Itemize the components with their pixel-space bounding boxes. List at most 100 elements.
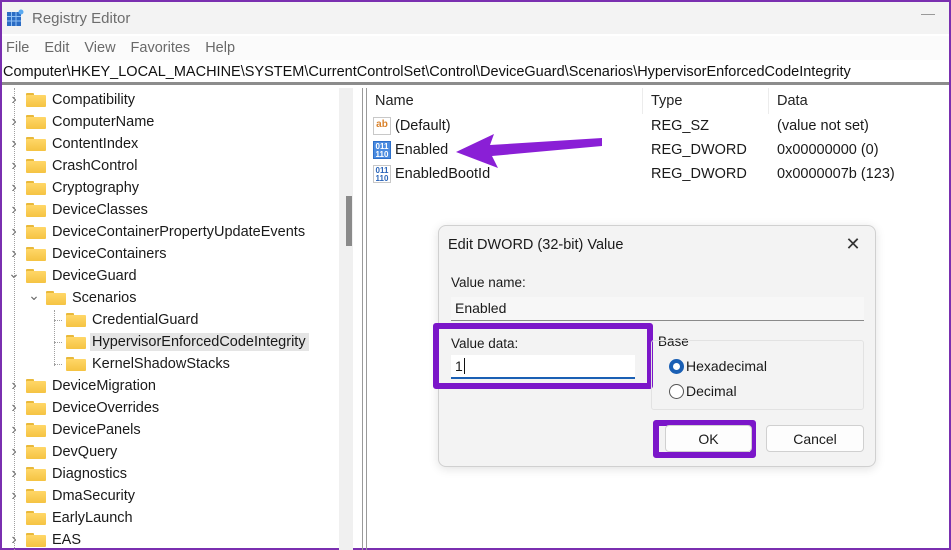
tree-connector-line — [54, 310, 55, 366]
column-header-data[interactable]: Data — [777, 93, 808, 109]
registry-editor-window: Registry Editor File Edit View Favorites… — [0, 0, 951, 550]
folder-icon — [66, 357, 86, 371]
text-cursor — [463, 358, 465, 374]
tree-item[interactable]: › DeviceContainers — [8, 243, 169, 265]
value-name-field: Enabled — [451, 297, 864, 321]
tree-item[interactable]: › DmaSecurity — [8, 485, 138, 507]
value-name: (Default) — [395, 118, 451, 134]
folder-icon — [26, 181, 46, 195]
value-name-label: Value name: — [451, 275, 526, 290]
menu-help[interactable]: Help — [201, 40, 240, 56]
menu-edit[interactable]: Edit — [40, 40, 74, 56]
tree-item[interactable]: › DeviceContainerPropertyUpdateEvents — [8, 221, 308, 243]
folder-icon — [26, 137, 46, 151]
tree-item-label: CredentialGuard — [92, 312, 199, 328]
dword-value-icon: 011 110 — [373, 141, 391, 159]
column-separator[interactable] — [768, 88, 769, 114]
value-data: 0x00000000 (0) — [777, 142, 879, 158]
folder-icon — [26, 379, 46, 393]
tree-item-label: Scenarios — [72, 290, 137, 306]
folder-icon — [26, 467, 46, 481]
address-bar[interactable]: Computer\HKEY_LOCAL_MACHINE\SYSTEM\Curre… — [2, 62, 949, 85]
tree-item-label: DeviceGuard — [52, 268, 137, 284]
value-data-input[interactable]: 1 — [451, 355, 635, 379]
menu-file[interactable]: File — [2, 40, 34, 56]
tree-item-label: DeviceContainerPropertyUpdateEvents — [52, 224, 306, 240]
tree-item-label: Diagnostics — [52, 466, 127, 482]
tree-item[interactable]: › Compatibility — [8, 89, 138, 111]
folder-icon — [66, 313, 86, 327]
dword-value-icon: 011 110 — [373, 165, 391, 183]
cancel-button[interactable]: Cancel — [766, 425, 864, 452]
folder-icon — [26, 225, 46, 239]
tree-item[interactable]: › Diagnostics — [8, 463, 130, 485]
menu-bar: File Edit View Favorites Help — [2, 36, 949, 60]
tree-item[interactable]: › DevQuery — [8, 441, 120, 463]
tree-item-label: EarlyLaunch — [52, 510, 133, 526]
tree-item[interactable]: HypervisorEnforcedCodeIntegrity — [48, 331, 309, 353]
ok-button[interactable]: OK — [665, 425, 752, 452]
folder-icon — [26, 93, 46, 107]
folder-icon — [26, 511, 46, 525]
tree-item-label: DeviceOverrides — [52, 400, 160, 416]
menu-favorites[interactable]: Favorites — [127, 40, 196, 56]
tree-item-label: CrashControl — [52, 158, 138, 174]
tree-connector-line — [54, 364, 62, 365]
tree-item-label: ContentIndex — [52, 136, 139, 152]
tree-item-label: Cryptography — [52, 180, 140, 196]
tree-item[interactable]: › EAS — [8, 529, 84, 550]
column-header-name[interactable]: Name — [375, 93, 414, 109]
folder-icon — [26, 247, 46, 261]
tree-item-label: DevicePanels — [52, 422, 141, 438]
tree-item[interactable]: ⌄ DeviceGuard — [8, 265, 140, 287]
tree-item-label: DevQuery — [52, 444, 118, 460]
folder-icon — [26, 533, 46, 547]
tree-item[interactable]: ⌄ Scenarios — [28, 287, 139, 309]
tree-item[interactable]: › ContentIndex — [8, 133, 141, 155]
key-tree: › Compatibility › ComputerName › ContentIndex… — [2, 88, 347, 550]
radio-checked-icon — [669, 358, 684, 374]
tree-connector-line — [14, 88, 15, 550]
window-title: Registry Editor — [32, 9, 131, 27]
folder-icon — [26, 269, 46, 283]
tree-item[interactable]: KernelShadowStacks — [48, 353, 233, 375]
dialog-title: Edit DWORD (32-bit) Value — [448, 237, 624, 253]
close-icon[interactable]: ✕ — [843, 234, 863, 254]
value-data: 0x0000007b (123) — [777, 166, 895, 182]
value-data-text: 1 — [455, 358, 463, 374]
tree-item[interactable]: › CrashControl — [8, 155, 140, 177]
column-separator[interactable] — [642, 88, 643, 114]
tree-item[interactable]: › DevicePanels — [8, 419, 144, 441]
tree-item-label: EAS — [52, 532, 82, 548]
menu-view[interactable]: View — [80, 40, 120, 56]
tree-scrollbar[interactable] — [339, 88, 353, 550]
radio-decimal[interactable]: Decimal — [669, 383, 737, 399]
tree-item-label: DeviceContainers — [52, 246, 167, 262]
list-header: Name Type Data — [368, 88, 949, 114]
pane-splitter[interactable] — [362, 88, 367, 550]
tree-item-label: DmaSecurity — [52, 488, 135, 504]
tree-item-label: ComputerName — [52, 114, 155, 130]
radio-hexadecimal[interactable]: Hexadecimal — [669, 358, 767, 374]
folder-icon — [66, 335, 86, 349]
folder-icon — [26, 203, 46, 217]
folder-icon — [26, 159, 46, 173]
tree-connector-line — [54, 320, 62, 321]
tree-item-label: DeviceClasses — [52, 202, 148, 218]
tree-item[interactable]: EarlyLaunch — [8, 507, 136, 529]
chevron-down-icon[interactable]: ⌄ — [28, 287, 40, 303]
tree-item[interactable]: › Cryptography — [8, 177, 142, 199]
value-data: (value not set) — [777, 118, 869, 134]
registry-editor-app-icon — [6, 9, 24, 27]
tree-item[interactable]: › DeviceClasses — [8, 199, 151, 221]
tree-item-label: KernelShadowStacks — [92, 356, 230, 372]
minimize-button[interactable] — [921, 14, 935, 15]
tree-item[interactable]: › DeviceOverrides — [8, 397, 162, 419]
tree-item[interactable]: › DeviceMigration — [8, 375, 159, 397]
column-header-type[interactable]: Type — [651, 93, 682, 109]
tree-scrollbar-thumb[interactable] — [346, 196, 352, 246]
radio-label: Hexadecimal — [686, 358, 767, 374]
tree-item[interactable]: CredentialGuard — [48, 309, 201, 331]
tree-connector-line — [54, 342, 62, 343]
tree-item[interactable]: › ComputerName — [8, 111, 157, 133]
